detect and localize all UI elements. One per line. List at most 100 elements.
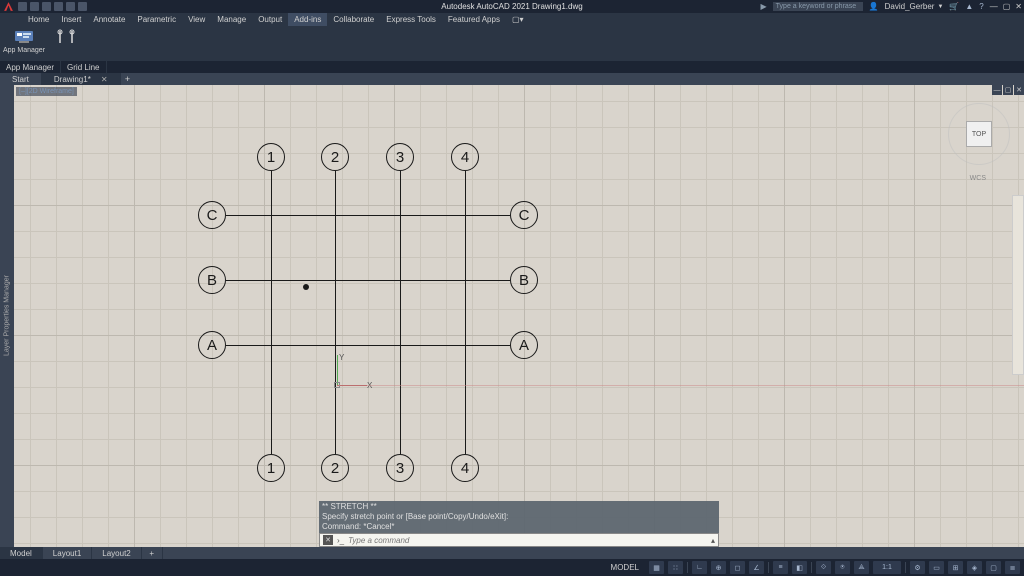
status-transparency-icon[interactable]: ◧ xyxy=(792,561,807,574)
minimize-button[interactable]: — xyxy=(990,2,998,11)
status-units-icon[interactable]: ⊞ xyxy=(948,561,963,574)
close-icon[interactable]: ✕ xyxy=(101,75,108,84)
selection-dot xyxy=(303,284,309,290)
ribbon-state-icon[interactable]: ▢▾ xyxy=(506,13,530,26)
status-customize-icon[interactable]: ≣ xyxy=(1005,561,1020,574)
drawing-canvas[interactable]: [–][2D Wireframe] 11223344CCBBAAXY — ▢ ✕… xyxy=(14,85,1024,547)
menu-insert[interactable]: Insert xyxy=(55,13,87,26)
cart-icon[interactable]: 🛒 xyxy=(949,2,959,11)
status-workspace-icon[interactable]: ⚙ xyxy=(910,561,925,574)
quick-access-toolbar[interactable] xyxy=(18,2,87,11)
status-monitor-icon[interactable]: ▭ xyxy=(929,561,944,574)
status-qprops-icon[interactable]: ◈ xyxy=(967,561,982,574)
command-chevron-icon[interactable]: ›_ xyxy=(337,536,344,545)
menu-view[interactable]: View xyxy=(182,13,211,26)
status-scale-label[interactable]: 1:1 xyxy=(873,561,901,574)
grid-line-row-B[interactable] xyxy=(226,280,510,281)
vp-close-icon[interactable]: ✕ xyxy=(1014,85,1024,95)
status-snap-icon[interactable]: ∷ xyxy=(668,561,683,574)
user-menu[interactable]: David_Gerber▼ xyxy=(885,2,944,11)
layout-tab-layout1[interactable]: Layout1 xyxy=(43,547,92,559)
qat-open-icon[interactable] xyxy=(30,2,39,11)
panel-label[interactable]: App Manager xyxy=(0,61,61,74)
ribbon-group-grid-line[interactable] xyxy=(55,28,77,61)
viewcube-face[interactable]: TOP xyxy=(966,121,992,147)
panel-label[interactable]: Grid Line xyxy=(61,61,106,74)
grid-bubble-row-A-left[interactable]: A xyxy=(198,331,226,359)
grid-bubble-col-2-bottom[interactable]: 2 xyxy=(321,454,349,482)
grid-bubble-row-C-right[interactable]: C xyxy=(510,201,538,229)
help-icon[interactable]: ? xyxy=(979,2,983,11)
grid-bubble-col-4-bottom[interactable]: 4 xyxy=(451,454,479,482)
grid-bubble-col-1-bottom[interactable]: 1 xyxy=(257,454,285,482)
menu-add-ins[interactable]: Add-ins xyxy=(288,13,327,26)
status-osnap-icon[interactable]: ◻ xyxy=(730,561,745,574)
grid-bubble-row-A-right[interactable]: A xyxy=(510,331,538,359)
menu-annotate[interactable]: Annotate xyxy=(87,13,131,26)
status-annovis-icon[interactable]: ⍟ xyxy=(835,561,850,574)
qat-new-icon[interactable] xyxy=(18,2,27,11)
command-recent-icon[interactable]: ▴ xyxy=(711,536,715,545)
qat-plot-icon[interactable] xyxy=(66,2,75,11)
view-cube[interactable]: TOP xyxy=(948,103,1010,165)
layout-tabs: ModelLayout1Layout2+ xyxy=(0,547,1024,559)
layout-tab-layout2[interactable]: Layout2 xyxy=(92,547,141,559)
app-logo[interactable] xyxy=(2,1,14,13)
status-model-label[interactable]: MODEL xyxy=(611,563,639,572)
status-ortho-icon[interactable]: ∟ xyxy=(692,561,707,574)
menu-express-tools[interactable]: Express Tools xyxy=(380,13,442,26)
signin-icon[interactable]: 👤 xyxy=(869,2,879,11)
maximize-button[interactable]: ▢ xyxy=(1003,2,1011,11)
qat-save-icon[interactable] xyxy=(42,2,51,11)
layout-tab-model[interactable]: Model xyxy=(0,547,43,559)
navigation-bar[interactable] xyxy=(1012,195,1024,375)
grid-line-col-4[interactable] xyxy=(465,171,466,454)
file-tab-start[interactable]: Start xyxy=(0,73,42,85)
qat-undo-icon[interactable] xyxy=(78,2,87,11)
grid-line-col-1[interactable] xyxy=(271,171,272,454)
file-tab-drawing1[interactable]: Drawing1*✕ xyxy=(42,73,121,85)
app-store-icon[interactable]: ▲ xyxy=(965,2,973,11)
grid-line-icon[interactable] xyxy=(55,28,77,46)
vp-minimize-icon[interactable]: — xyxy=(992,85,1002,95)
grid-line-col-2[interactable] xyxy=(335,171,336,454)
app-manager-icon[interactable] xyxy=(13,28,35,46)
qat-saveas-icon[interactable] xyxy=(54,2,63,11)
status-polar-icon[interactable]: ⊕ xyxy=(711,561,726,574)
grid-bubble-col-3-bottom[interactable]: 3 xyxy=(386,454,414,482)
menu-collaborate[interactable]: Collaborate xyxy=(327,13,380,26)
grid-line-row-A[interactable] xyxy=(226,345,510,346)
command-close-icon[interactable]: ✕ xyxy=(323,535,333,545)
grid-bubble-col-1-top[interactable]: 1 xyxy=(257,143,285,171)
status-annoauto-icon[interactable]: ⟁ xyxy=(854,561,869,574)
workspace: Layer Properties Manager [–][2D Wirefram… xyxy=(0,85,1024,547)
command-line[interactable]: ** STRETCH **Specify stretch point or [B… xyxy=(319,501,719,547)
new-layout-button[interactable]: + xyxy=(142,547,163,559)
close-button[interactable]: ✕ xyxy=(1015,2,1022,11)
new-tab-button[interactable]: + xyxy=(121,73,135,85)
menu-parametric[interactable]: Parametric xyxy=(131,13,182,26)
status-cleanscreen-icon[interactable]: ▢ xyxy=(986,561,1001,574)
grid-bubble-col-3-top[interactable]: 3 xyxy=(386,143,414,171)
search-input[interactable]: Type a keyword or phrase xyxy=(773,2,863,11)
grid-bubble-col-2-top[interactable]: 2 xyxy=(321,143,349,171)
grid-bubble-row-B-right[interactable]: B xyxy=(510,266,538,294)
command-input[interactable]: ✕ ›_ Type a command ▴ xyxy=(319,533,719,547)
menu-manage[interactable]: Manage xyxy=(211,13,252,26)
status-annoscale-icon[interactable]: ⟐ xyxy=(816,561,831,574)
grid-bubble-row-B-left[interactable]: B xyxy=(198,266,226,294)
title-bar: Autodesk AutoCAD 2021 Drawing1.dwg ▶ Typ… xyxy=(0,0,1024,13)
menu-featured-apps[interactable]: Featured Apps xyxy=(442,13,506,26)
grid-line-row-C[interactable] xyxy=(226,215,510,216)
menu-output[interactable]: Output xyxy=(252,13,288,26)
ribbon-group-app-manager[interactable]: App Manager xyxy=(3,28,45,61)
layer-properties-manager-tab[interactable]: Layer Properties Manager xyxy=(0,85,14,547)
grid-bubble-col-4-top[interactable]: 4 xyxy=(451,143,479,171)
status-otrack-icon[interactable]: ∠ xyxy=(749,561,764,574)
vp-maximize-icon[interactable]: ▢ xyxy=(1003,85,1013,95)
status-lineweight-icon[interactable]: ≡ xyxy=(773,561,788,574)
status-grid-icon[interactable]: ▦ xyxy=(649,561,664,574)
menu-home[interactable]: Home xyxy=(22,13,55,26)
grid-bubble-row-C-left[interactable]: C xyxy=(198,201,226,229)
grid-line-col-3[interactable] xyxy=(400,171,401,454)
